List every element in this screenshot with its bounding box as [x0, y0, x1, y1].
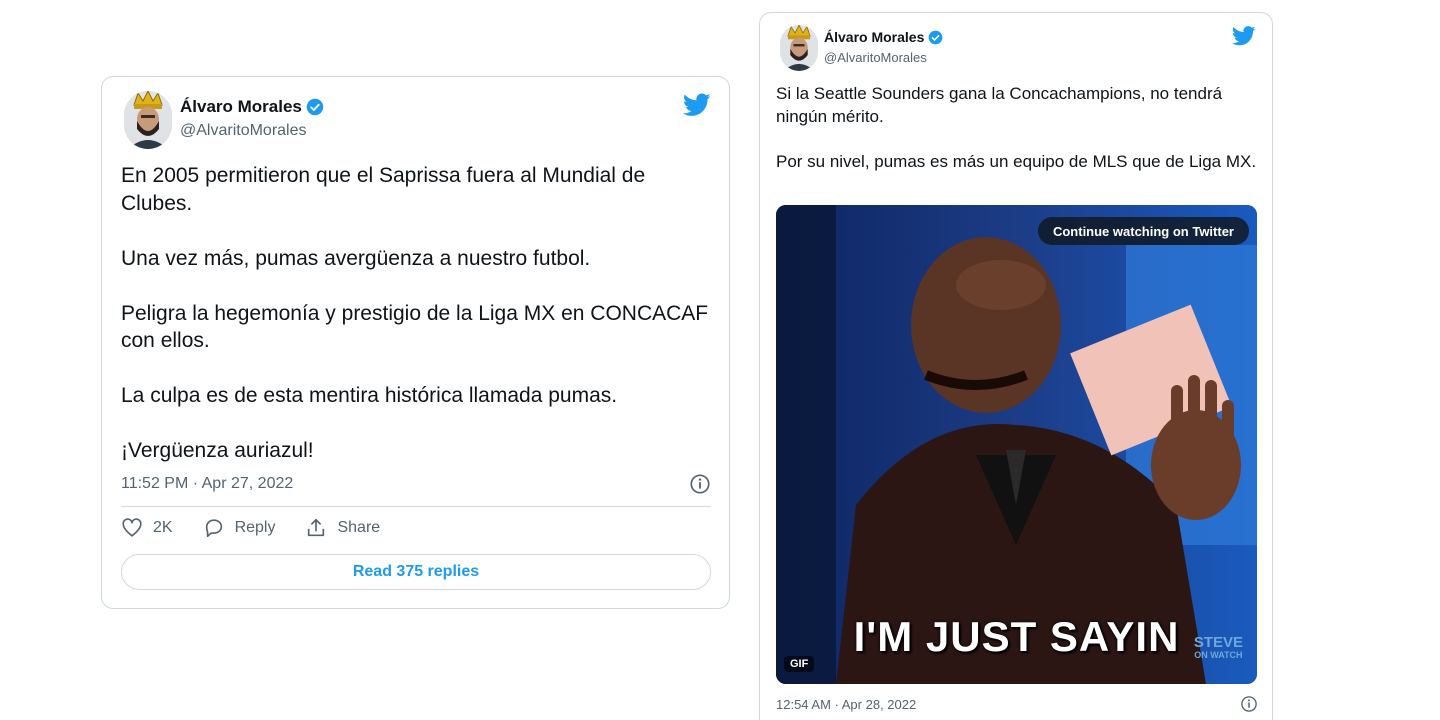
verified-badge-icon	[929, 30, 943, 44]
tweet-text: Si la Seattle Sounders gana la Concacham…	[776, 84, 1257, 171]
tweet-meta: 11:52 PM · Apr 27, 2022	[121, 473, 711, 495]
like-button[interactable]: 2K	[121, 517, 173, 539]
verified-badge-icon	[306, 98, 324, 116]
tweet-timestamp[interactable]: 12:54 AM · Apr 28, 2022	[776, 697, 916, 712]
read-replies-button[interactable]: Read 375 replies	[121, 554, 711, 590]
tweet-text: En 2005 permitieron que el Saprissa fuer…	[121, 164, 709, 462]
watermark-line2: ON WATCH	[1194, 650, 1243, 660]
info-icon[interactable]	[689, 473, 711, 495]
tweet-card-2: Álvaro Morales @AlvaritoMorales Si la Se…	[759, 12, 1273, 720]
author-handle[interactable]: @AlvaritoMorales	[824, 50, 927, 65]
author-name-row[interactable]: Álvaro Morales	[824, 29, 943, 45]
author-avatar[interactable]	[124, 91, 172, 149]
share-label: Share	[337, 519, 381, 536]
share-icon	[308, 518, 325, 537]
share-button[interactable]: Share	[305, 517, 380, 539]
like-count: 2K	[153, 519, 173, 536]
reply-icon	[205, 519, 222, 538]
author-name[interactable]: Álvaro Morales	[180, 97, 302, 117]
twitter-bird-icon[interactable]	[1232, 26, 1256, 46]
twitter-bird-icon[interactable]	[683, 93, 711, 117]
divider	[121, 506, 711, 507]
reply-button[interactable]: Reply	[203, 517, 276, 539]
heart-icon	[122, 518, 142, 537]
tweet-actions: 2K Reply Share	[121, 517, 380, 539]
tweet-meta: 12:54 AM · Apr 28, 2022	[776, 694, 1258, 714]
gif-watermark: STEVE ON WATCH	[1194, 635, 1243, 660]
gif-media[interactable]: Continue watching on Twitter I'M JUST SA…	[776, 205, 1257, 684]
reply-label: Reply	[234, 519, 276, 536]
info-icon[interactable]	[1240, 695, 1258, 713]
gif-caption: I'M JUST SAYIN	[853, 613, 1180, 660]
tweet-timestamp[interactable]: 11:52 PM · Apr 27, 2022	[121, 475, 293, 493]
author-avatar[interactable]	[780, 25, 818, 71]
gif-badge: GIF	[784, 656, 815, 672]
continue-watching-button[interactable]: Continue watching on Twitter	[1037, 217, 1249, 245]
author-name-row[interactable]: Álvaro Morales	[180, 97, 324, 117]
watermark-line1: STEVE	[1193, 634, 1243, 651]
author-name[interactable]: Álvaro Morales	[824, 29, 924, 45]
tweet-card-1: Álvaro Morales @AlvaritoMorales En 2005 …	[101, 76, 730, 609]
author-handle[interactable]: @AlvaritoMorales	[180, 122, 307, 140]
